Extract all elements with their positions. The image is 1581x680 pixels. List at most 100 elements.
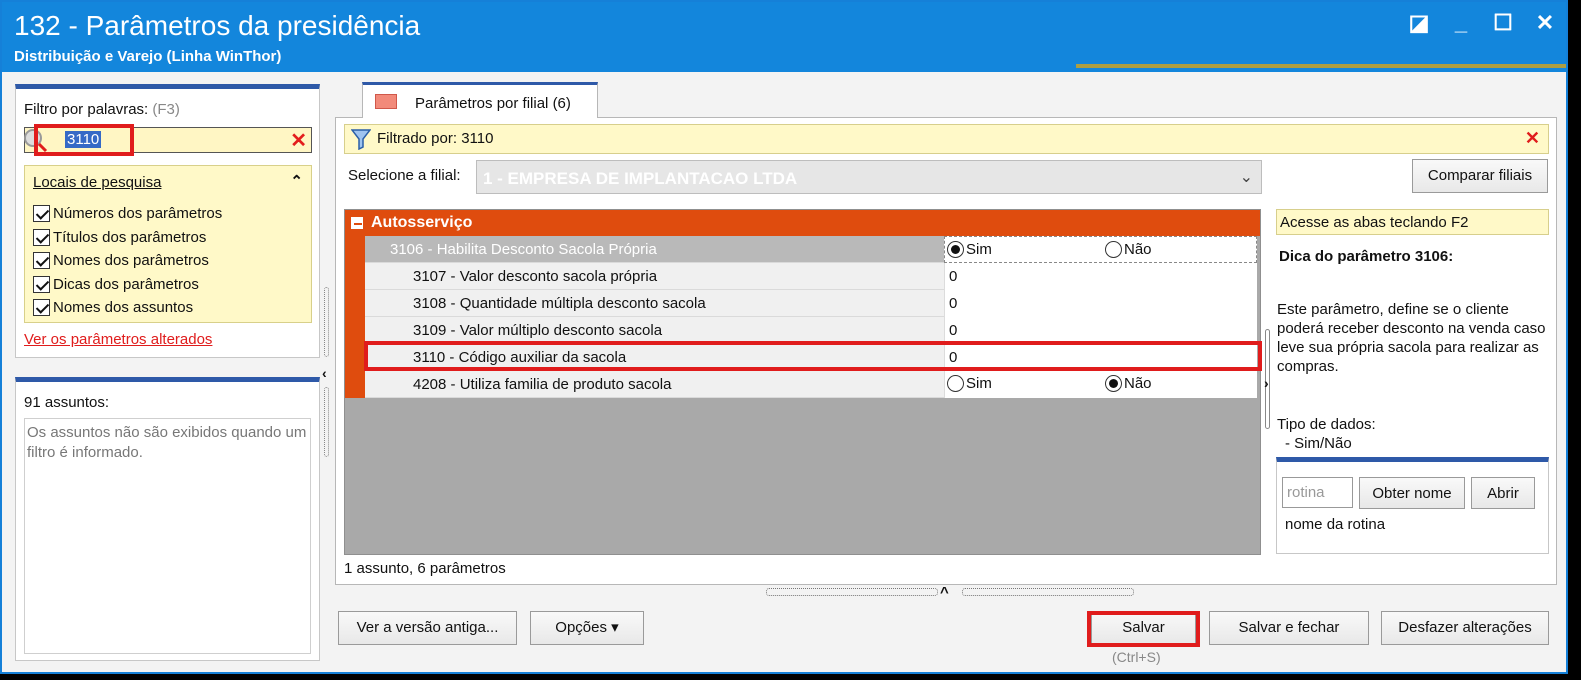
param-value: 0	[949, 268, 958, 285]
tip-title: Dica do parâmetro 3106:	[1279, 248, 1454, 265]
param-name: 3108 - Quantidade múltipla desconto saco…	[413, 295, 706, 312]
group-left-bar	[345, 236, 365, 398]
filter-bar: Filtrado por: 3110 ✕	[344, 124, 1549, 154]
search-locations: Locais de pesquisa ⌃ Números dos parâmet…	[24, 165, 312, 323]
horizontal-splitter[interactable]: ^	[766, 584, 1134, 601]
checkbox-numeros[interactable]: Números dos parâmetros	[33, 202, 222, 226]
radio-nao[interactable]: Não	[1105, 375, 1152, 392]
group-header[interactable]: Autosserviço	[345, 210, 1260, 236]
subjects-list[interactable]: Os assuntos não são exibidos quando um f…	[24, 418, 311, 654]
checkbox-icon[interactable]	[33, 228, 50, 246]
title-decoration	[1076, 64, 1566, 68]
splitter-grip[interactable]	[962, 588, 1134, 596]
window-subtitle: Distribuição e Varejo (Linha WinThor)	[14, 48, 282, 65]
checkbox-icon[interactable]	[33, 275, 50, 293]
table-row[interactable]: 3107 - Valor desconto sacola própria 0	[365, 263, 1257, 290]
tip-data-type: Tipo de dados: - Sim/Não	[1277, 415, 1376, 453]
collapse-group-icon[interactable]	[351, 217, 363, 229]
options-label: Opções	[555, 619, 607, 636]
splitter-grip[interactable]	[324, 387, 329, 457]
tab-parametros-filial[interactable]: Parâmetros por filial (6)	[362, 82, 598, 118]
param-value-cell[interactable]: Sim Não	[944, 236, 1257, 263]
save-highlight	[1087, 611, 1200, 647]
radio-sim[interactable]: Sim	[947, 375, 992, 392]
radio-icon[interactable]	[947, 375, 964, 392]
subjects-count: 91 assuntos:	[24, 394, 110, 411]
table-row[interactable]: 3109 - Valor múltiplo desconto sacola 0	[365, 317, 1257, 344]
checkbox-dicas[interactable]: Dicas dos parâmetros	[33, 273, 222, 297]
maximize-icon[interactable]: ☐	[1492, 10, 1514, 36]
radio-icon[interactable]	[1105, 375, 1122, 392]
funnel-icon	[351, 129, 371, 150]
remove-filter-icon[interactable]: ✕	[1525, 128, 1540, 149]
checkbox-titulos[interactable]: Títulos dos parâmetros	[33, 226, 222, 250]
search-locations-header[interactable]: Locais de pesquisa	[33, 174, 161, 191]
checkbox-nomes[interactable]: Nomes dos parâmetros	[33, 249, 222, 273]
checkbox-assuntos[interactable]: Nomes dos assuntos	[33, 296, 222, 320]
filial-select[interactable]: 1 - EMPRESA DE IMPLANTACAO LTDA ⌄	[476, 160, 1262, 194]
radio-sim[interactable]: Sim	[947, 241, 992, 258]
folder-icon	[375, 94, 397, 109]
param-name: 3106 - Habilita Desconto Sacola Própria	[390, 241, 657, 258]
checkbox-icon[interactable]	[33, 205, 50, 223]
collapse-icon[interactable]: ⌃	[290, 172, 303, 190]
window-controls: ◪ _ ☐ ✕	[1408, 10, 1556, 36]
param-name: 3107 - Valor desconto sacola própria	[413, 268, 658, 285]
table-row[interactable]: 4208 - Utiliza familia de produto sacola…	[365, 371, 1257, 398]
collapse-up-icon[interactable]: ^	[940, 584, 949, 601]
param-value: 0	[949, 322, 958, 339]
table-row[interactable]: 3106 - Habilita Desconto Sacola Própria …	[365, 236, 1257, 263]
tab-label: Parâmetros por filial (6)	[415, 95, 571, 112]
rotina-name: nome da rotina	[1285, 516, 1386, 533]
vertical-splitter[interactable]: ‹	[322, 287, 332, 462]
minimize-icon[interactable]: _	[1450, 10, 1472, 36]
save-shortcut: (Ctrl+S)	[1112, 649, 1161, 665]
abrir-button[interactable]: Abrir	[1471, 477, 1535, 509]
checkbox-icon[interactable]	[33, 252, 50, 270]
param-value-cell[interactable]: 0	[944, 263, 1257, 290]
filter-label: Filtro por palavras: (F3)	[24, 101, 180, 118]
splitter-grip[interactable]	[324, 287, 329, 357]
param-value-cell[interactable]: 0	[944, 290, 1257, 317]
collapse-left-icon[interactable]: ‹	[322, 365, 327, 381]
close-icon[interactable]: ✕	[1534, 10, 1556, 36]
radio-nao[interactable]: Não	[1105, 241, 1152, 258]
data-type-value: - Sim/Não	[1285, 435, 1352, 452]
checkbox-icon[interactable]	[33, 299, 50, 317]
param-name: 4208 - Utiliza familia de produto sacola	[413, 376, 672, 393]
undo-changes-button[interactable]: Desfazer alterações	[1381, 611, 1549, 645]
param-value-cell[interactable]: Sim Não	[944, 371, 1257, 398]
obter-nome-button[interactable]: Obter nome	[1359, 477, 1465, 509]
splitter-grip[interactable]	[766, 588, 938, 596]
param-value-cell[interactable]: 0	[944, 317, 1257, 344]
chevron-down-icon[interactable]: ⌄	[1240, 167, 1253, 187]
restore-icon[interactable]: ◪	[1408, 10, 1430, 36]
filter-panel: Filtro por palavras: (F3) 3110 ✕ Locais …	[15, 84, 320, 358]
old-version-button[interactable]: Ver a versão antiga...	[338, 611, 517, 645]
filter-shortcut-hint: (F3)	[152, 101, 180, 118]
tip-key-hint: Acesse as abas teclando F2	[1276, 209, 1549, 235]
compare-filiais-button[interactable]: Comparar filiais	[1412, 159, 1548, 193]
filial-value: 1 - EMPRESA DE IMPLANTACAO LTDA	[483, 169, 798, 188]
table-row[interactable]: 3108 - Quantidade múltipla desconto saco…	[365, 290, 1257, 317]
radio-icon[interactable]	[1105, 241, 1122, 258]
options-button[interactable]: Opções ▾	[530, 611, 644, 645]
row-highlight	[364, 341, 1262, 371]
rotina-input[interactable]: rotina	[1282, 477, 1353, 508]
expand-right-icon[interactable]: ›	[1264, 375, 1269, 391]
title-bar: 132 - Parâmetros da presidência Distribu…	[2, 2, 1566, 72]
search-highlight	[34, 124, 134, 156]
radio-label: Sim	[966, 375, 992, 392]
radio-label: Sim	[966, 241, 992, 258]
filial-label: Selecione a filial:	[348, 167, 461, 184]
data-type-label: Tipo de dados:	[1277, 416, 1376, 433]
tip-text: Este parâmetro, define se o cliente pode…	[1277, 301, 1546, 375]
main-window: 132 - Parâmetros da presidência Distribu…	[0, 0, 1568, 674]
filter-text: Filtrado por: 3110	[377, 130, 494, 147]
radio-label: Não	[1124, 375, 1152, 392]
clear-search-icon[interactable]: ✕	[290, 128, 307, 153]
changed-params-link[interactable]: Ver os parâmetros alterados	[24, 331, 212, 348]
right-splitter[interactable]: ›	[1264, 329, 1272, 429]
save-close-button[interactable]: Salvar e fechar	[1209, 611, 1369, 645]
radio-icon[interactable]	[947, 241, 964, 258]
